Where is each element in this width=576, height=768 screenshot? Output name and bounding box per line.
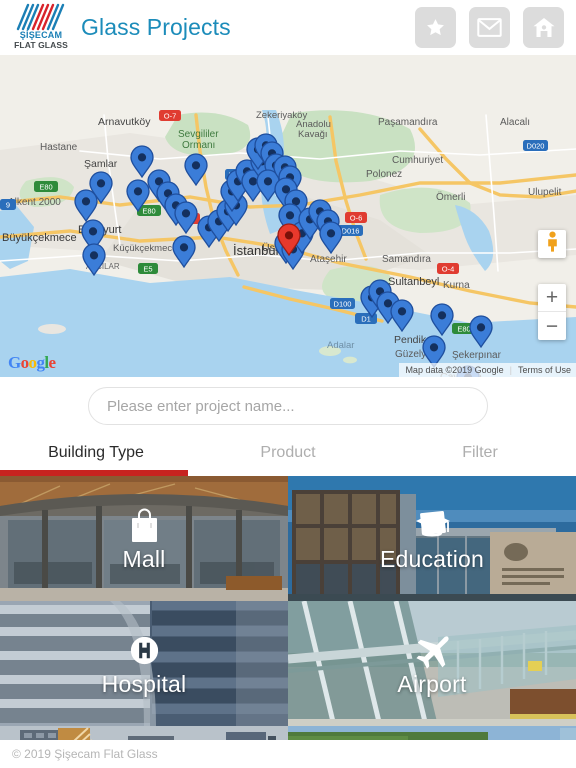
mail-button[interactable] [469, 7, 510, 48]
shopping-bag-icon [123, 505, 165, 547]
airplane-icon [411, 630, 453, 672]
category-card-partial-left[interactable] [0, 726, 288, 740]
svg-text:Ataşehir: Ataşehir [310, 254, 347, 265]
svg-text:Ormanı: Ormanı [182, 140, 215, 151]
logo-brand-text: ŞİŞECAM [19, 29, 63, 40]
svg-text:E80: E80 [39, 183, 52, 192]
home-button[interactable] [523, 7, 564, 48]
partial-right-photo [288, 726, 576, 740]
svg-text:D020: D020 [527, 142, 545, 151]
map-data-text: Map data ©2019 Google [405, 365, 504, 375]
attrib-divider: | [509, 365, 512, 375]
svg-text:Samandıra: Samandıra [382, 254, 431, 265]
svg-text:O-4: O-4 [442, 265, 455, 274]
logo-sub-text: FLAT GLASS [14, 39, 68, 50]
category-card-partial-right[interactable] [288, 726, 576, 740]
svg-text:Hastane: Hastane [40, 142, 78, 153]
svg-text:Cumhuriyet: Cumhuriyet [392, 155, 443, 166]
app-footer: © 2019 Şişecam Flat Glass [0, 740, 576, 768]
partial-left-photo [0, 726, 288, 740]
app-root: ŞİŞECAM FLAT GLASS Glass Projects Arnavu… [0, 0, 576, 768]
pegman-icon [544, 231, 561, 257]
category-card-education[interactable]: Education [288, 476, 576, 601]
svg-text:9: 9 [6, 201, 10, 210]
svg-text:Alacalı: Alacalı [500, 117, 530, 128]
home-icon [532, 16, 556, 39]
svg-text:Ulupelit: Ulupelit [528, 187, 562, 198]
street-view-pegman[interactable] [538, 230, 566, 258]
terms-of-use-link[interactable]: Terms of Use [518, 365, 571, 375]
hospital-card-content: Hospital [0, 601, 288, 726]
svg-text:Küçükçekmece: Küçükçekmece [113, 243, 177, 254]
brand-logo: ŞİŞECAM FLAT GLASS Glass Projects [0, 3, 231, 53]
search-section [0, 377, 576, 435]
zoom-out-button[interactable]: − [538, 312, 566, 340]
envelope-icon [477, 18, 502, 37]
tab-filter[interactable]: Filter [384, 435, 576, 476]
search-input[interactable] [88, 387, 488, 425]
svg-text:D1: D1 [361, 315, 371, 324]
category-grid: Mall Education Hospital Airport [0, 476, 576, 740]
zoom-in-button[interactable]: + [538, 284, 566, 312]
star-icon [424, 16, 447, 39]
svg-text:Şekerpınar: Şekerpınar [452, 350, 502, 361]
app-header: ŞİŞECAM FLAT GLASS Glass Projects [0, 0, 576, 55]
category-card-airport[interactable]: Airport [288, 601, 576, 726]
header-actions [415, 7, 564, 48]
svg-text:Sevgililer: Sevgililer [178, 129, 219, 140]
svg-text:O-6: O-6 [350, 214, 363, 223]
svg-text:Arnavutköy: Arnavutköy [98, 116, 151, 128]
mall-card-content: Mall [0, 476, 288, 601]
svg-text:Sultanbeyl: Sultanbeyl [388, 276, 439, 288]
filter-tabs: Building Type Product Filter [0, 435, 576, 476]
copyright-text: © 2019 Şişecam Flat Glass [12, 747, 158, 761]
category-card-mall[interactable]: Mall [0, 476, 288, 601]
map-panel[interactable]: Arnavutköy Hastane Şamlar Alkent 2000 Es… [0, 55, 576, 377]
svg-text:E5: E5 [143, 265, 152, 274]
svg-text:E80: E80 [457, 325, 470, 334]
hospital-h-icon [123, 630, 165, 672]
education-card-content: Education [288, 476, 576, 601]
page-title: Glass Projects [81, 14, 231, 40]
map-attribution: Map data ©2019 Google | Terms of Use [399, 363, 576, 377]
svg-text:E80: E80 [142, 207, 155, 216]
map-canvas[interactable]: Arnavutköy Hastane Şamlar Alkent 2000 Es… [0, 55, 576, 377]
hospital-card-label: Hospital [101, 670, 187, 697]
tab-product[interactable]: Product [192, 435, 384, 476]
svg-text:Ömerli: Ömerli [436, 191, 465, 203]
svg-text:Polonez: Polonez [366, 169, 402, 180]
mall-card-label: Mall [122, 545, 166, 572]
airport-card-content: Airport [288, 601, 576, 726]
svg-text:D016: D016 [342, 227, 360, 236]
svg-text:Pendik: Pendik [394, 334, 427, 346]
svg-text:D100: D100 [334, 300, 352, 309]
svg-text:Kurna: Kurna [443, 280, 470, 291]
sisecam-logo: ŞİŞECAM FLAT GLASS [12, 3, 70, 53]
svg-text:Kavağı: Kavağı [298, 129, 328, 140]
favorites-button[interactable] [415, 7, 456, 48]
svg-text:Büyükçekmece: Büyükçekmece [2, 232, 77, 244]
google-logo: Google [8, 353, 56, 372]
svg-text:Adalar: Adalar [327, 340, 354, 351]
category-card-hospital[interactable]: Hospital [0, 601, 288, 726]
airport-card-label: Airport [397, 670, 467, 697]
logo-fan-icon [12, 3, 70, 31]
graduation-cap-icon [411, 505, 453, 547]
map-zoom-controls[interactable]: + − [538, 284, 566, 340]
svg-text:Paşamandıra: Paşamandıra [378, 117, 438, 128]
svg-text:O-7: O-7 [164, 112, 177, 121]
education-card-label: Education [379, 545, 485, 572]
svg-text:Şamlar: Şamlar [84, 158, 118, 170]
